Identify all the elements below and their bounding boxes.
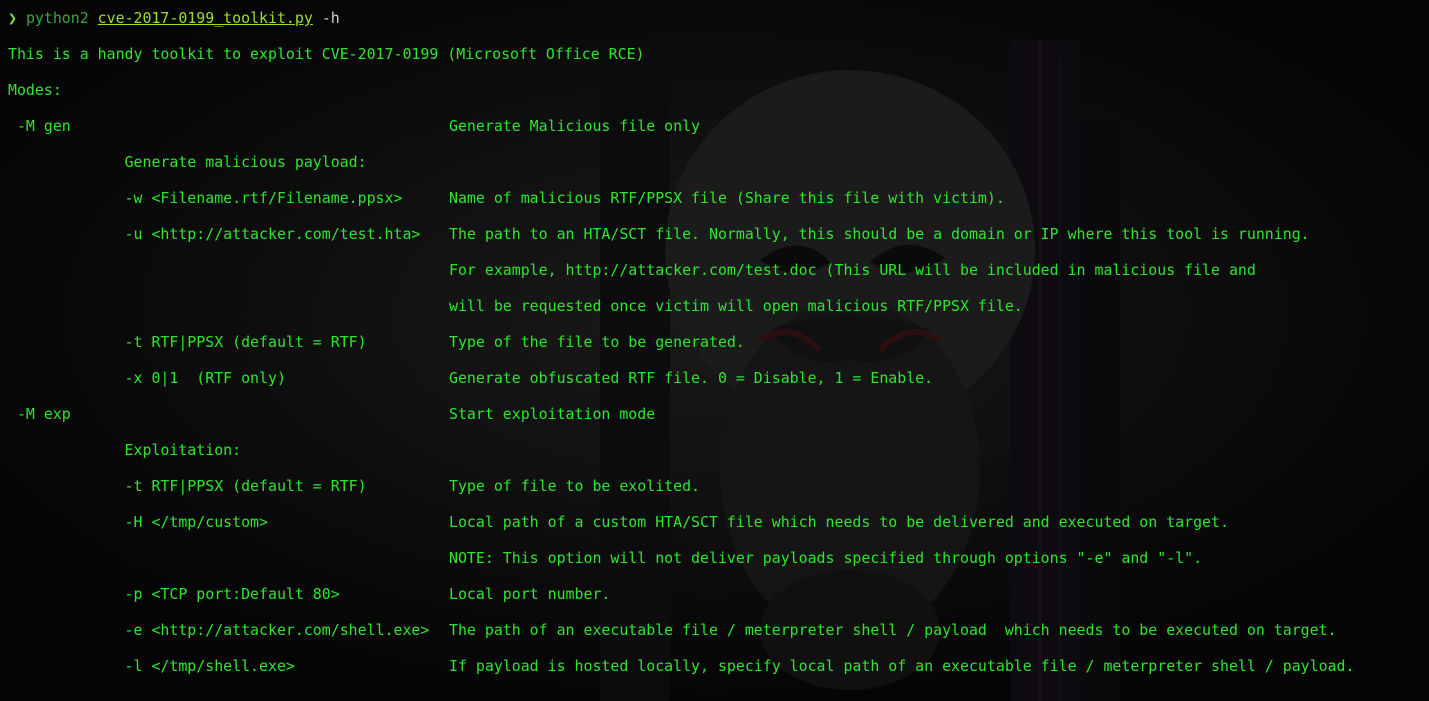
option-description: will be requested once victim will open … — [449, 297, 1023, 315]
option-description: Type of the file to be generated. — [449, 333, 745, 351]
option-name: -M gen — [8, 117, 71, 135]
intro-text: This is a handy toolkit to exploit CVE-2… — [8, 45, 645, 63]
prompt-script: cve-2017-0199_toolkit.py — [97, 9, 313, 27]
option-name: -H </tmp/custom> — [8, 513, 268, 531]
help-row: -e <http://attacker.com/shell.exe> The pa… — [8, 620, 1337, 656]
option-description: If payload is hosted locally, specify lo… — [449, 657, 1355, 675]
option-description: Local port number. — [449, 585, 611, 603]
option-name: -t RTF|PPSX (default = RTF) — [8, 477, 367, 495]
prompt-flag: -h — [321, 9, 340, 27]
option-description: Generate Malicious file only — [449, 117, 701, 135]
prompt-arrow-icon: ❯ — [8, 9, 17, 27]
option-description: Type of file to be exolited. — [449, 477, 701, 495]
help-row: -u <http://attacker.com/test.hta> The pat… — [8, 224, 1310, 260]
terminal-window[interactable]: ❯ python2 cve-2017-0199_toolkit.py -h Th… — [0, 0, 1429, 701]
help-row: -p <TCP port:Default 80> Local port numbe… — [8, 584, 645, 620]
option-description: Generate obfuscated RTF file. 0 = Disabl… — [449, 369, 934, 387]
modes-header: Modes: — [8, 81, 62, 99]
option-name: Generate malicious payload: — [8, 153, 367, 171]
option-description: Start exploitation mode — [449, 405, 656, 423]
terminal-output: ❯ python2 cve-2017-0199_toolkit.py -h Th… — [8, 8, 1355, 692]
option-name: Exploitation: — [8, 441, 242, 459]
option-name: -l </tmp/shell.exe> — [8, 657, 295, 675]
help-row: NOTE: This option will not deliver paylo… — [8, 548, 1202, 584]
help-row: -w <Filename.rtf/Filename.ppsx> Name of m… — [8, 188, 1005, 224]
option-name: -M exp — [8, 405, 71, 423]
help-row: For example, http://attacker.com/test.do… — [8, 260, 1256, 296]
help-row: -M exp Start exploitation mode — [8, 404, 655, 440]
option-name: -x 0|1 (RTF only) — [8, 369, 286, 387]
help-row: -H </tmp/custom> Local path of a custom H… — [8, 512, 1229, 548]
option-name: -u <http://attacker.com/test.hta> — [8, 225, 421, 243]
help-row: Exploitation: — [8, 440, 645, 476]
option-description: Name of malicious RTF/PPSX file (Share t… — [449, 189, 1005, 207]
help-row: -l </tmp/shell.exe> If payload is hosted … — [8, 656, 1355, 692]
help-row: Generate malicious payload: — [8, 152, 645, 188]
help-row: -t RTF|PPSX (default = RTF) Type of file … — [8, 476, 701, 512]
help-row: -x 0|1 (RTF only) Generate obfuscated RTF… — [8, 368, 934, 404]
help-row: -t RTF|PPSX (default = RTF) Type of the f… — [8, 332, 745, 368]
option-name: -t RTF|PPSX (default = RTF) — [8, 333, 367, 351]
option-description: NOTE: This option will not deliver paylo… — [449, 549, 1203, 567]
help-row: will be requested once victim will open … — [8, 296, 1023, 332]
prompt-line: ❯ python2 cve-2017-0199_toolkit.py -h — [8, 8, 645, 44]
prompt-command: python2 — [25, 9, 89, 27]
option-name: -e <http://attacker.com/shell.exe> — [8, 621, 430, 639]
option-description: The path to an HTA/SCT file. Normally, t… — [449, 225, 1310, 243]
option-description: For example, http://attacker.com/test.do… — [449, 261, 1256, 279]
option-description: Local path of a custom HTA/SCT file whic… — [449, 513, 1229, 531]
option-name: -p <TCP port:Default 80> — [8, 585, 340, 603]
option-name: -w <Filename.rtf/Filename.ppsx> — [8, 189, 403, 207]
option-description: The path of an executable file / meterpr… — [449, 621, 1337, 639]
help-row: -M gen Generate Malicious file only — [8, 116, 700, 152]
